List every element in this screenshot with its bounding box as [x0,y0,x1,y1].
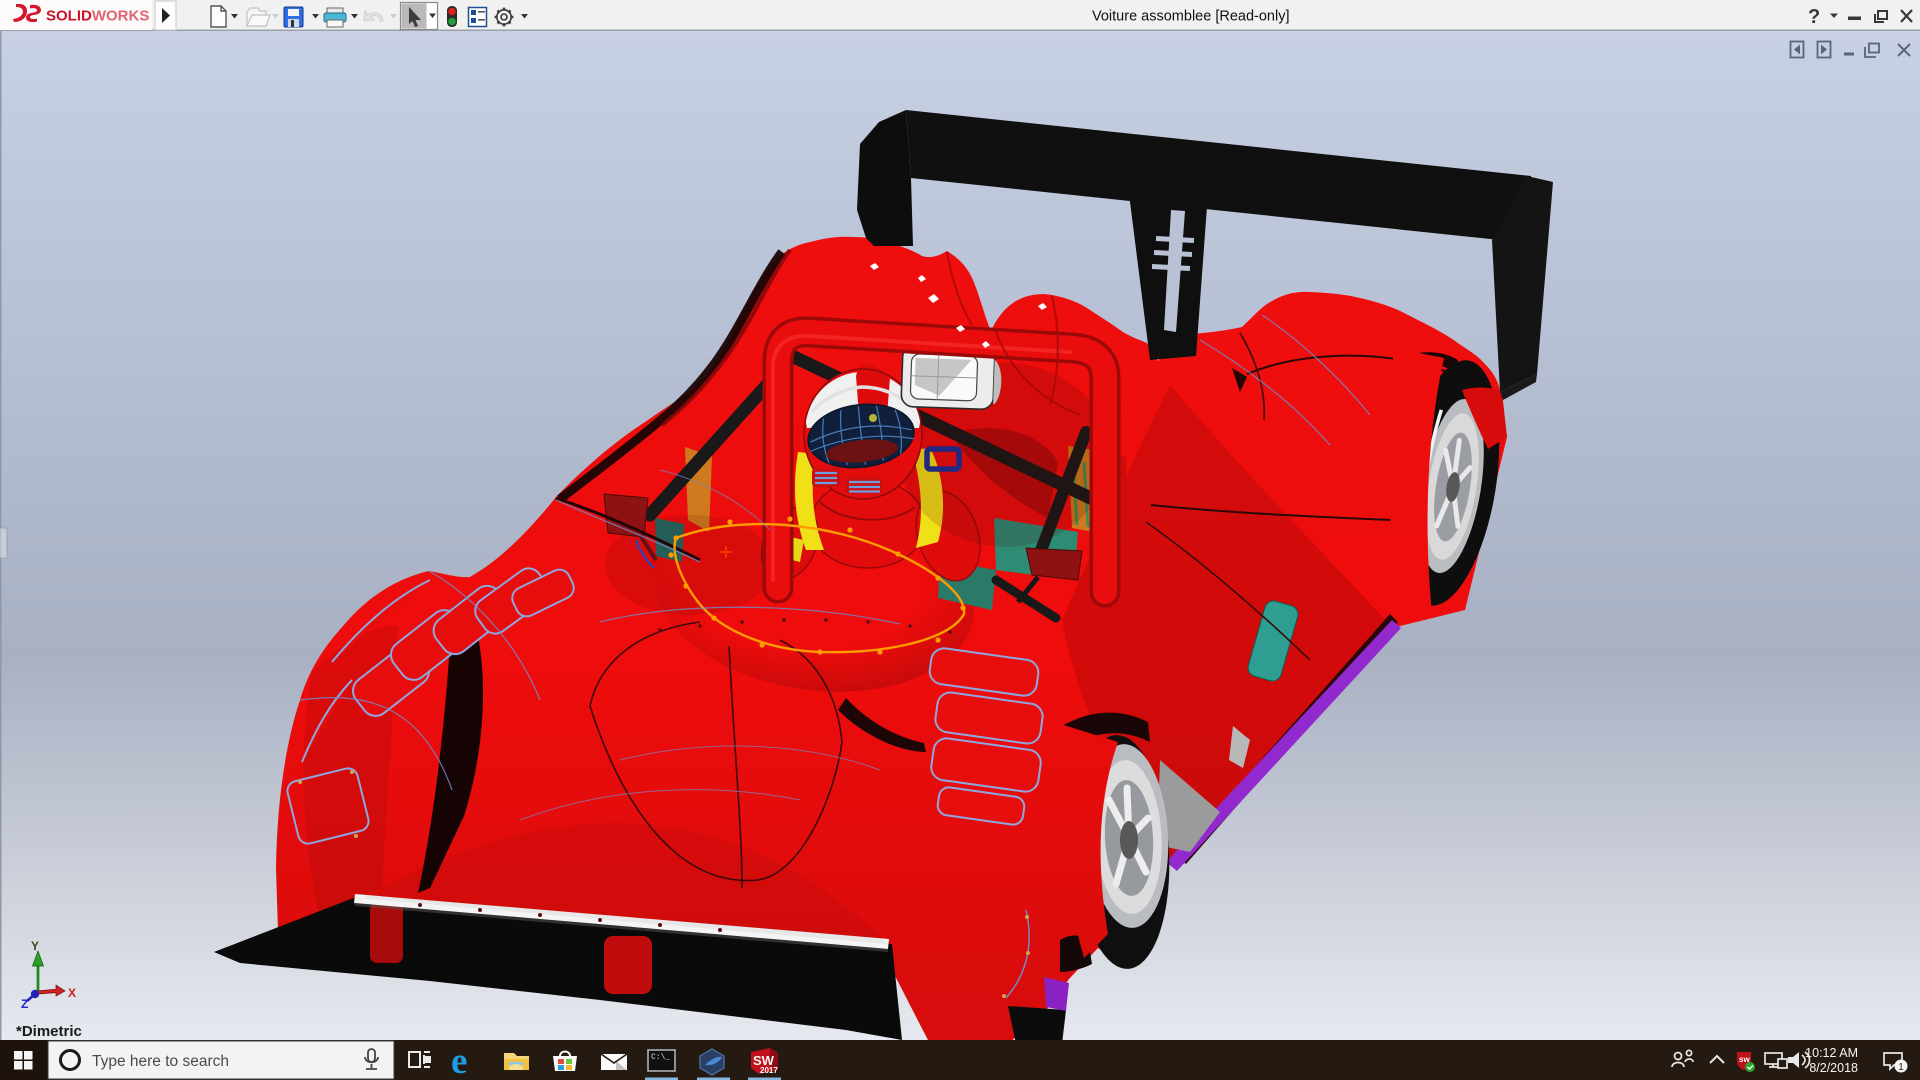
svg-text:?: ? [1808,6,1820,28]
svg-text:Type here to search: Type here to search [92,1053,229,1070]
svg-text:Z: Z [21,997,28,1011]
svg-text:10:12 AM: 10:12 AM [1805,1046,1858,1060]
svg-text:*Dimetric: *Dimetric [16,1023,82,1040]
svg-text:Y: Y [31,939,39,953]
svg-text:e: e [451,1041,467,1080]
svg-text:X: X [68,986,76,1000]
svg-text:8/2/2018: 8/2/2018 [1809,1061,1858,1075]
svg-text:1: 1 [1898,1062,1904,1073]
svg-text:Voiture assomblee [Read-only]: Voiture assomblee [Read-only] [1092,9,1289,25]
svg-text:2017: 2017 [760,1066,778,1075]
svg-text:C:\_: C:\_ [651,1053,670,1062]
svg-text:SOLIDWORKS: SOLIDWORKS [46,8,149,25]
